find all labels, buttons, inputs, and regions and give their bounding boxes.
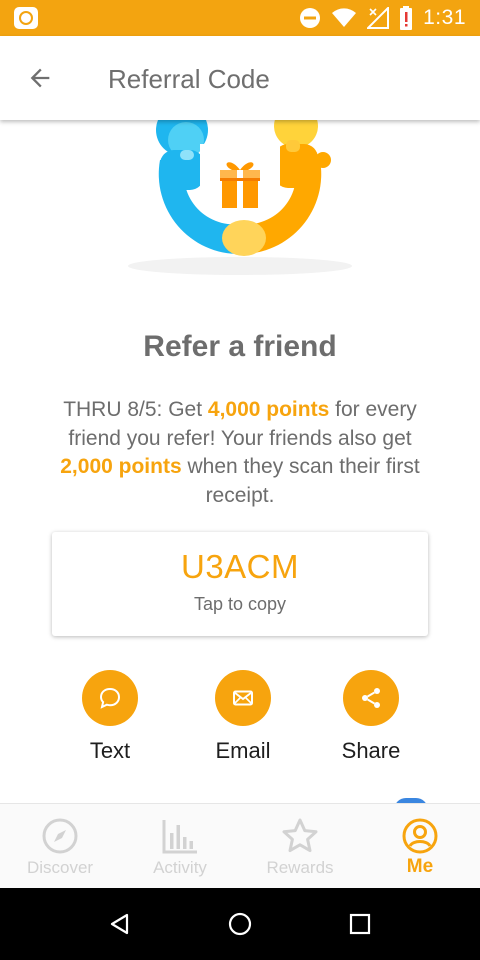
wifi-icon (332, 8, 357, 27)
nav-rewards-label: Rewards (266, 858, 334, 877)
status-bar: 1:31 (0, 0, 480, 36)
envelope-icon (233, 690, 253, 706)
status-time: 1:31 (423, 6, 466, 29)
share-email-label: Email (215, 738, 271, 763)
do-not-disturb-icon (300, 8, 321, 28)
referrer-points: 4,000 points (207, 398, 330, 421)
page-title: Referral Code (108, 64, 270, 94)
nav-me[interactable]: Me (360, 804, 480, 888)
person-circle-icon (402, 818, 438, 854)
share-text-button[interactable]: Text (50, 670, 170, 764)
system-recents-button[interactable] (340, 904, 380, 944)
nav-discover[interactable]: Discover (0, 804, 120, 888)
share-more-circle[interactable] (343, 670, 399, 726)
back-triangle-icon (110, 913, 129, 935)
nav-discover-label: Discover (26, 858, 94, 877)
nav-activity[interactable]: Activity (120, 804, 240, 888)
share-more-button[interactable]: Share (311, 670, 431, 764)
star-icon (282, 818, 318, 853)
battery-alert-icon (400, 6, 413, 30)
system-home-button[interactable] (220, 904, 260, 944)
refer-heading: Refer a friend (143, 330, 337, 363)
friend-points: 2,000 points (60, 455, 182, 478)
chat-bubble-icon (99, 687, 121, 709)
desc-end: when they scan their first receipt. (181, 455, 420, 507)
share-text-circle[interactable] (82, 670, 138, 726)
system-back-button[interactable] (100, 904, 140, 944)
back-button[interactable] (20, 58, 60, 98)
app-notification-icon (14, 7, 38, 29)
referral-code: U3ACM (180, 548, 300, 585)
share-email-circle[interactable] (215, 670, 271, 726)
app-bar: Referral Code (0, 36, 480, 120)
nav-rewards[interactable]: Rewards (240, 804, 360, 888)
signal-icon (367, 7, 390, 29)
arrow-back-icon (30, 68, 50, 88)
nav-me-label: Me (406, 856, 434, 877)
system-nav-bar (0, 888, 480, 960)
bar-chart-icon (162, 820, 197, 854)
share-text-label: Text (89, 738, 131, 763)
nav-activity-label: Activity (153, 858, 207, 877)
bottom-nav: Discover Activity Rewards Me (0, 803, 480, 888)
recents-square-icon (349, 913, 371, 935)
share-email-button[interactable]: Email (183, 670, 303, 764)
home-circle-icon (228, 912, 252, 936)
copy-hint: Tap to copy (193, 594, 287, 614)
share-more-label: Share (341, 738, 401, 763)
referral-code-card[interactable]: U3ACM Tap to copy (52, 532, 428, 636)
status-icons: 1:31 (299, 6, 466, 30)
compass-icon (42, 818, 78, 854)
desc-intro: THRU 8/5: Get (63, 398, 208, 421)
share-icon (362, 688, 380, 708)
referral-description: THRU 8/5: Get 4,000 points for every fri… (40, 396, 440, 510)
referral-illustration (120, 120, 360, 280)
